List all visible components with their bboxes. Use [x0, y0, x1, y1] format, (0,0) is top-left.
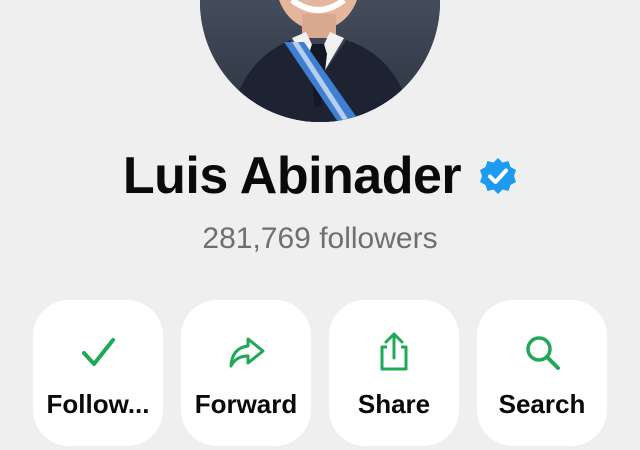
checkmark-icon	[78, 332, 118, 372]
follow-button[interactable]: Follow...	[33, 300, 163, 446]
forward-button-label: Forward	[194, 389, 298, 419]
verified-badge-icon	[479, 157, 517, 195]
search-button[interactable]: Search	[477, 300, 607, 446]
followers-count: 281,769 followers	[202, 222, 438, 255]
profile-name: Luis Abinader	[122, 147, 462, 205]
share-button-label: Share	[357, 389, 431, 419]
search-icon	[522, 332, 562, 372]
forward-arrow-icon	[226, 332, 266, 372]
share-icon	[374, 332, 414, 372]
profile-photo	[200, 0, 440, 122]
avatar[interactable]	[200, 0, 440, 122]
follow-button-label: Follow...	[46, 389, 150, 419]
share-button[interactable]: Share	[329, 300, 459, 446]
forward-button[interactable]: Forward	[181, 300, 311, 446]
search-button-label: Search	[498, 389, 586, 419]
